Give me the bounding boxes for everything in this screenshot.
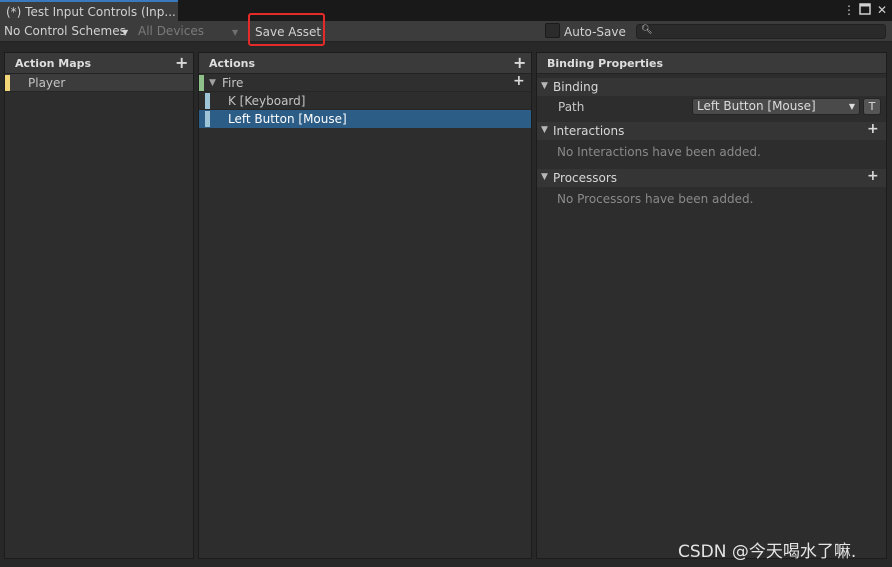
expand-triangle-icon[interactable]: ▼: [209, 78, 216, 88]
action-item[interactable]: ▼ Fire +: [199, 73, 531, 92]
chevron-down-icon: ▼: [232, 28, 239, 37]
action-map-item[interactable]: Player: [5, 74, 193, 92]
binding-section-title: Binding: [553, 80, 599, 94]
add-binding-icon[interactable]: +: [513, 73, 525, 89]
path-row: Path Left Button [Mouse] ▼ T: [537, 96, 886, 118]
binding-color-bar: [205, 111, 210, 127]
action-maps-title: Action Maps: [15, 57, 92, 70]
expand-triangle-icon[interactable]: ▼: [541, 172, 548, 182]
devices-dropdown[interactable]: All Devices ▼: [134, 23, 244, 40]
expand-triangle-icon[interactable]: ▼: [541, 125, 548, 135]
interactions-section-header[interactable]: ▼ Interactions +: [537, 121, 886, 140]
watermark: CSDN @今天喝水了嘛.: [678, 542, 857, 562]
binding-properties-panel: Binding Properties ▼ Binding Path Left B…: [536, 52, 887, 559]
path-dropdown[interactable]: Left Button [Mouse] ▼: [692, 98, 860, 115]
chevron-down-icon: ▼: [848, 102, 855, 111]
save-asset-highlight: [248, 13, 325, 46]
action-maps-header: Action Maps +: [5, 53, 193, 74]
devices-label: All Devices: [138, 24, 204, 38]
action-color-bar: [199, 75, 204, 91]
binding-label: Left Button [Mouse]: [228, 112, 347, 126]
binding-item-selected[interactable]: Left Button [Mouse]: [199, 110, 531, 128]
close-icon[interactable]: ✕: [875, 3, 889, 17]
search-input[interactable]: 🔍︎: [636, 24, 886, 39]
binding-color-bar: [205, 93, 210, 109]
action-map-label: Player: [28, 76, 66, 90]
window-tab-bar: (*) Test Input Controls (Inp... ⋮ ✕: [0, 0, 892, 21]
auto-save-label: Auto-Save: [564, 25, 626, 39]
add-interaction-icon[interactable]: +: [867, 121, 879, 137]
action-maps-panel: Action Maps + Player: [4, 52, 194, 559]
processors-section-title: Processors: [553, 171, 618, 185]
expand-triangle-icon[interactable]: ▼: [541, 81, 548, 91]
maximize-icon[interactable]: [858, 3, 872, 17]
interactions-empty-message: No Interactions have been added.: [557, 145, 761, 159]
auto-save-checkbox[interactable]: [545, 23, 560, 38]
action-map-color-bar: [5, 75, 10, 91]
action-label: Fire: [222, 76, 244, 90]
actions-panel: Actions + ▼ Fire + K [Keyboard] Left But…: [198, 52, 532, 559]
add-action-icon[interactable]: +: [513, 53, 526, 72]
processors-empty-message: No Processors have been added.: [557, 192, 754, 206]
chevron-down-icon: ▼: [122, 28, 129, 37]
binding-section-header[interactable]: ▼ Binding: [537, 78, 886, 96]
interactions-section-title: Interactions: [553, 124, 625, 138]
control-schemes-label: No Control Schemes: [4, 24, 126, 38]
binding-properties-header: Binding Properties: [537, 53, 886, 74]
add-action-map-icon[interactable]: +: [175, 53, 188, 72]
toolbar: No Control Schemes ▼ All Devices ▼ Save …: [0, 21, 892, 42]
kebab-menu-icon[interactable]: ⋮: [842, 3, 856, 17]
processors-section-header[interactable]: ▼ Processors +: [537, 168, 886, 187]
binding-label: K [Keyboard]: [228, 94, 306, 108]
binding-item[interactable]: K [Keyboard]: [199, 92, 531, 110]
actions-title: Actions: [209, 57, 255, 70]
path-value: Left Button [Mouse]: [697, 99, 816, 113]
actions-header: Actions +: [199, 53, 531, 74]
text-mode-button[interactable]: T: [863, 98, 881, 115]
path-label: Path: [558, 100, 585, 114]
search-icon: 🔍︎: [641, 25, 653, 35]
add-processor-icon[interactable]: +: [867, 168, 879, 184]
binding-properties-title: Binding Properties: [547, 57, 664, 70]
window-tab-title: (*) Test Input Controls (Inp...: [6, 5, 176, 19]
control-schemes-dropdown[interactable]: No Control Schemes ▼: [0, 23, 134, 40]
window-tab[interactable]: (*) Test Input Controls (Inp...: [0, 0, 178, 21]
